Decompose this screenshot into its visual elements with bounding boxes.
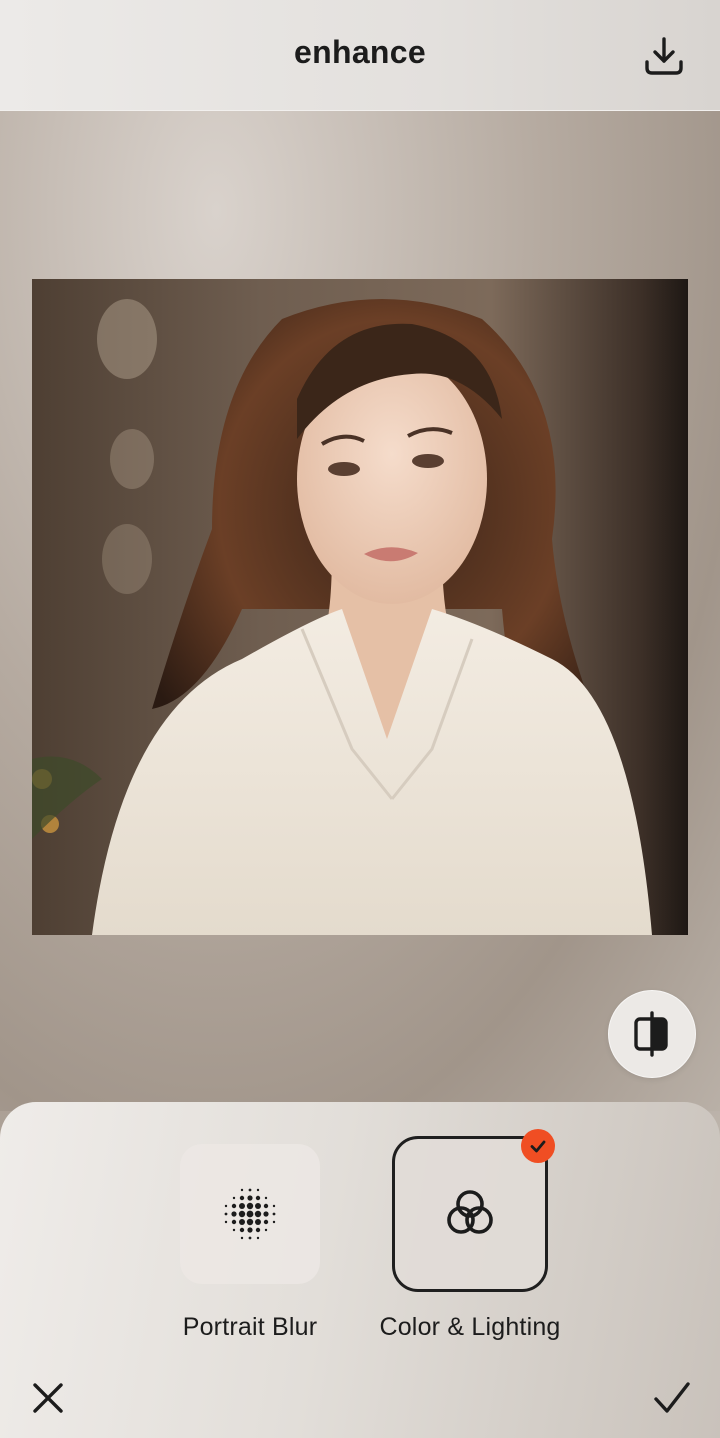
page-title: enhance xyxy=(294,34,426,70)
tools-panel xyxy=(0,1102,720,1438)
interlocking-circles-icon xyxy=(447,1190,493,1234)
portrait-blur-label: Portrait Blur xyxy=(182,1313,318,1341)
portrait-photo xyxy=(32,279,688,935)
dot-grid-icon xyxy=(224,1188,276,1240)
compare-button[interactable] xyxy=(608,990,696,1078)
close-icon xyxy=(33,1383,63,1413)
selected-badge xyxy=(521,1129,555,1163)
confirm-button[interactable] xyxy=(648,1374,696,1422)
portrait-blur-button[interactable] xyxy=(180,1144,320,1284)
checkmark-icon xyxy=(530,1140,546,1153)
cancel-button[interactable] xyxy=(26,1376,70,1420)
compare-split-icon xyxy=(634,1011,668,1057)
color-lighting-label: Color & Lighting xyxy=(379,1313,561,1341)
checkmark-icon xyxy=(654,1382,690,1413)
color-lighting-button[interactable] xyxy=(392,1136,548,1292)
top-bar: enhance xyxy=(0,0,720,111)
download-icon xyxy=(645,37,683,75)
download-button[interactable] xyxy=(638,30,690,82)
